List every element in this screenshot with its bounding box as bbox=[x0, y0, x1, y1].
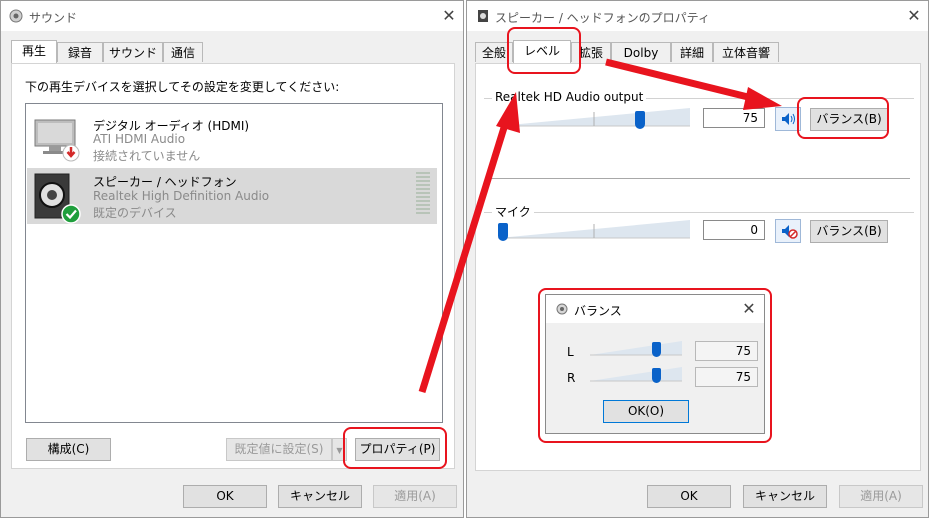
annotation-arrows bbox=[418, 58, 782, 394]
arrow-properties-to-levels bbox=[418, 92, 520, 394]
arrow-levels-to-balance bbox=[605, 58, 782, 110]
